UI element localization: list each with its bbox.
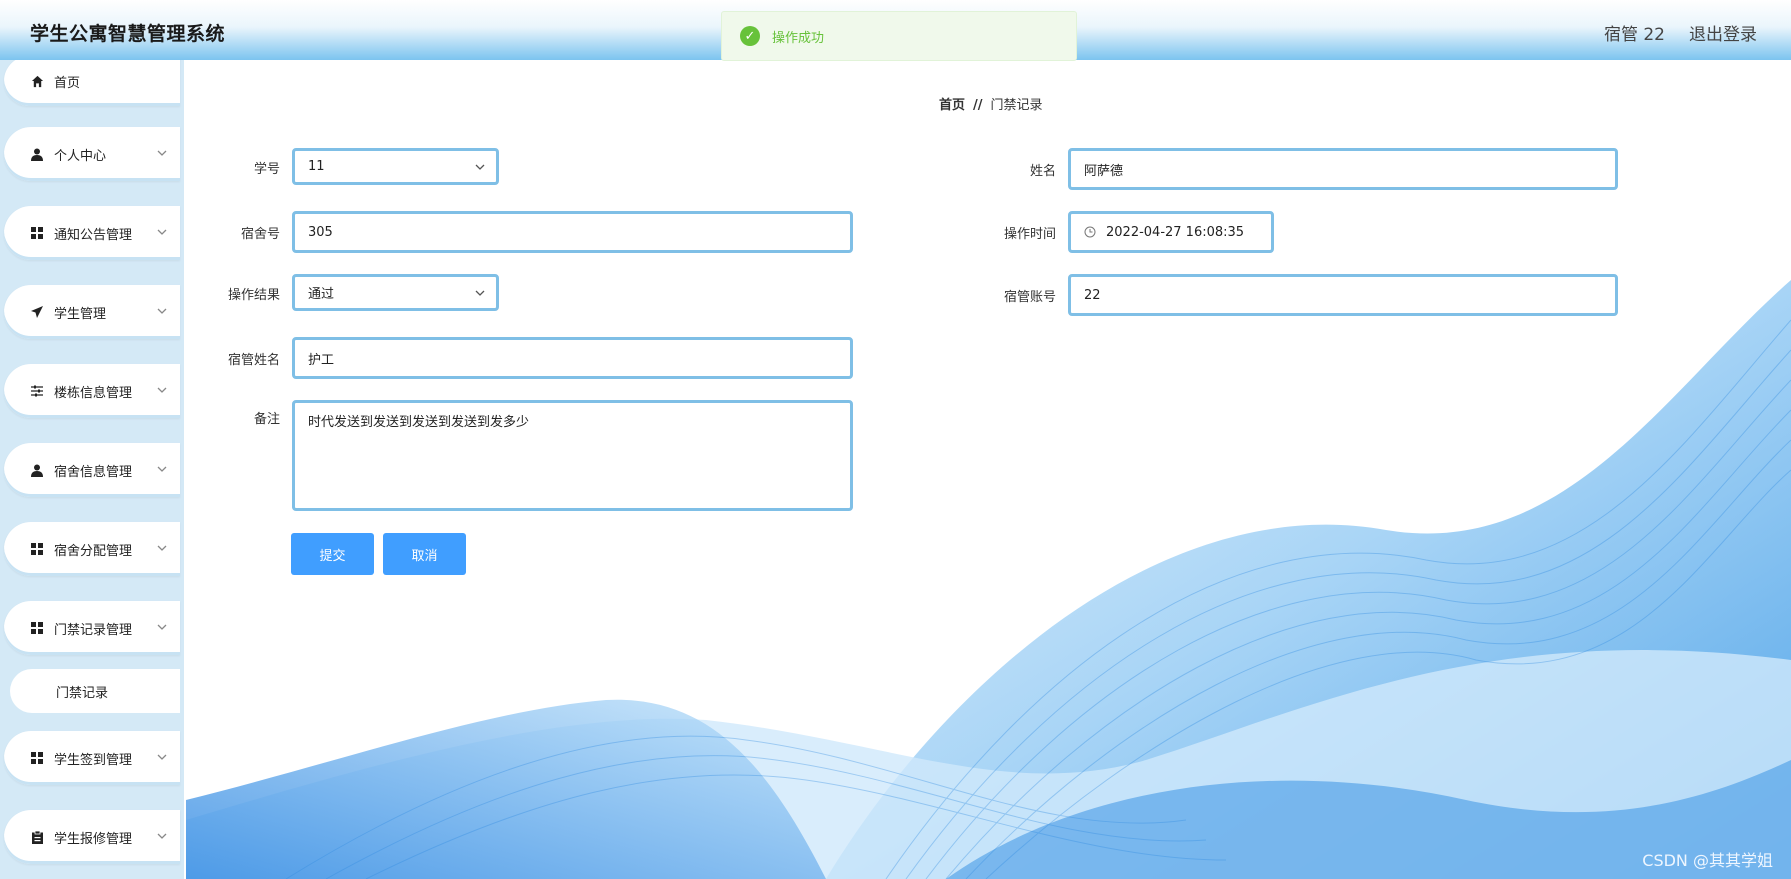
dorm-no-label: 宿舍号 bbox=[240, 227, 280, 242]
manager-account-value: 22 bbox=[1084, 287, 1101, 303]
sidebar-item-label: 通知公告管理 bbox=[54, 227, 133, 243]
success-toast: ✓ 操作成功 bbox=[721, 11, 1077, 61]
logout-link[interactable]: 退出登录 bbox=[1689, 20, 1757, 45]
breadcrumb-home[interactable]: 首页 bbox=[939, 98, 965, 113]
grid-icon bbox=[30, 751, 44, 765]
sidebar: 首页 个人中心 通知公告管理 学生管理 楼栋信息管理 宿舍信息管理 宿舍分配管理… bbox=[0, 60, 184, 879]
sidebar-item-label: 宿舍信息管理 bbox=[54, 464, 133, 480]
current-user[interactable]: 宿管 22 bbox=[1604, 20, 1665, 45]
home-icon bbox=[30, 74, 44, 88]
sidebar-item-label: 学生报修管理 bbox=[54, 831, 133, 847]
op-result-label: 操作结果 bbox=[227, 288, 280, 303]
sidebar-item-dorm-info[interactable]: 宿舍信息管理 bbox=[4, 443, 180, 497]
check-circle-icon: ✓ bbox=[740, 26, 760, 46]
sidebar-subitem-access-record[interactable]: 门禁记录 bbox=[10, 669, 180, 713]
sidebar-item-label: 个人中心 bbox=[54, 148, 107, 164]
chevron-down-icon bbox=[157, 229, 167, 235]
user-icon bbox=[30, 147, 44, 161]
grid-icon bbox=[30, 226, 44, 240]
manager-name-input[interactable]: 护工 bbox=[292, 337, 853, 379]
sidebar-item-checkin[interactable]: 学生签到管理 bbox=[4, 731, 180, 785]
top-right-menu: 宿管 22 退出登录 bbox=[1604, 20, 1757, 45]
toast-message: 操作成功 bbox=[772, 30, 825, 46]
remark-value: 时代发送到发送到发送到发送到发多少 bbox=[308, 415, 530, 430]
remark-textarea[interactable]: 时代发送到发送到发送到发送到发多少 bbox=[292, 400, 853, 511]
manager-account-input[interactable]: 22 bbox=[1068, 274, 1618, 316]
op-time-label: 操作时间 bbox=[1003, 227, 1056, 242]
sidebar-item-label: 学生管理 bbox=[54, 306, 107, 322]
chevron-down-icon bbox=[157, 545, 167, 551]
breadcrumb-current: 门禁记录 bbox=[990, 98, 1043, 113]
sidebar-item-notice[interactable]: 通知公告管理 bbox=[4, 206, 180, 260]
sidebar-item-repair[interactable]: 学生报修管理 bbox=[4, 810, 180, 864]
send-icon bbox=[30, 305, 44, 319]
op-time-picker[interactable]: 2022-04-27 16:08:35 bbox=[1068, 211, 1274, 253]
sidebar-item-personal-center[interactable]: 个人中心 bbox=[4, 127, 180, 181]
cancel-button[interactable]: 取消 bbox=[383, 533, 466, 575]
student-id-value: 11 bbox=[308, 159, 325, 174]
name-label: 姓名 bbox=[1029, 164, 1056, 179]
chevron-down-icon bbox=[157, 387, 167, 393]
sidebar-item-label: 门禁记录管理 bbox=[54, 622, 133, 638]
op-result-select[interactable]: 通过 bbox=[292, 274, 499, 311]
breadcrumb: 首页 // 门禁记录 bbox=[939, 94, 1043, 113]
chevron-down-icon bbox=[157, 624, 167, 630]
sidebar-item-access-record[interactable]: 门禁记录管理 bbox=[4, 601, 180, 655]
remark-label: 备注 bbox=[253, 412, 280, 427]
sidebar-item-building[interactable]: 楼栋信息管理 bbox=[4, 364, 180, 418]
chevron-down-icon bbox=[157, 308, 167, 314]
grid-icon bbox=[30, 542, 44, 556]
manager-name-value: 护工 bbox=[308, 352, 335, 368]
chevron-down-icon bbox=[157, 833, 167, 839]
chevron-down-icon bbox=[157, 466, 167, 472]
student-id-select[interactable]: 11 bbox=[292, 148, 499, 185]
submit-button[interactable]: 提交 bbox=[291, 533, 374, 575]
clock-icon bbox=[1084, 226, 1096, 238]
chevron-down-icon bbox=[157, 150, 167, 156]
sidebar-item-label: 学生签到管理 bbox=[54, 752, 133, 768]
dorm-no-value: 305 bbox=[308, 224, 333, 240]
user-icon bbox=[30, 463, 44, 477]
chevron-down-icon bbox=[157, 754, 167, 760]
sidebar-item-dorm-assign[interactable]: 宿舍分配管理 bbox=[4, 522, 180, 576]
sliders-icon bbox=[30, 384, 44, 398]
chevron-down-icon bbox=[475, 164, 485, 170]
sidebar-item-student[interactable]: 学生管理 bbox=[4, 285, 180, 339]
op-time-value: 2022-04-27 16:08:35 bbox=[1106, 224, 1245, 240]
chevron-down-icon bbox=[475, 290, 485, 296]
sidebar-item-label: 楼栋信息管理 bbox=[54, 385, 133, 401]
name-input[interactable]: 阿萨德 bbox=[1068, 148, 1618, 190]
manager-account-label: 宿管账号 bbox=[1003, 290, 1056, 305]
watermark: CSDN @其其学姐 bbox=[1642, 851, 1773, 870]
dorm-no-input[interactable]: 305 bbox=[292, 211, 853, 253]
clipboard-icon bbox=[30, 830, 44, 844]
name-value: 阿萨德 bbox=[1084, 163, 1124, 179]
op-result-value: 通过 bbox=[308, 287, 335, 302]
main-content: 首页 // 门禁记录 学号 11 姓名 阿萨德 宿舍号 305 操作时间 2022-… bbox=[186, 60, 1791, 879]
manager-name-label: 宿管姓名 bbox=[227, 353, 280, 368]
sidebar-item-label: 首页 bbox=[54, 75, 81, 91]
sidebar-item-label: 宿舍分配管理 bbox=[54, 543, 133, 559]
grid-icon bbox=[30, 621, 44, 635]
student-id-label: 学号 bbox=[253, 162, 280, 177]
app-title: 学生公寓智慧管理系统 bbox=[30, 23, 226, 45]
sidebar-item-home[interactable]: 首页 bbox=[4, 60, 180, 106]
breadcrumb-separator: // bbox=[973, 98, 983, 113]
